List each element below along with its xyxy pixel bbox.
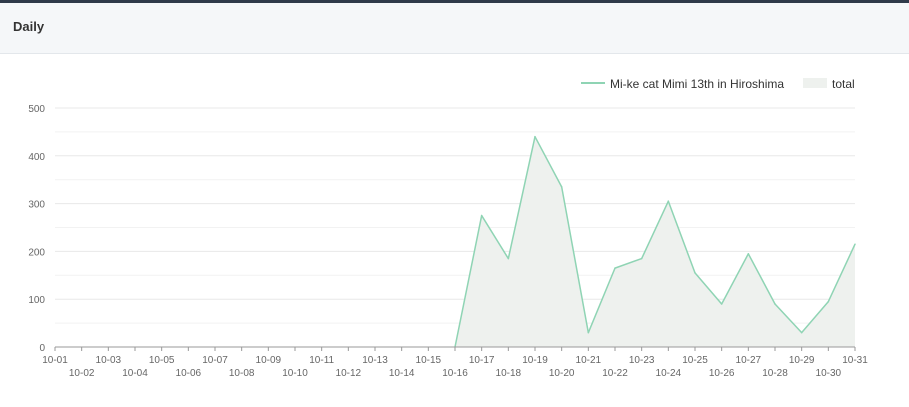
area-layer bbox=[55, 136, 855, 347]
x-tick-label: 10-07 bbox=[202, 355, 228, 366]
x-tick-label: 10-01 bbox=[42, 355, 68, 366]
x-tick-label: 10-13 bbox=[362, 355, 388, 366]
x-tick-label: 10-20 bbox=[549, 368, 575, 379]
x-tick-label: 10-26 bbox=[709, 368, 735, 379]
chart-container: Mi-ke cat Mimi 13th in Hiroshima total 0… bbox=[0, 54, 909, 402]
legend-label-total: total bbox=[832, 77, 855, 91]
x-tick-label: 10-25 bbox=[682, 355, 708, 366]
x-tick-label: 10-27 bbox=[736, 355, 762, 366]
x-tick-label: 10-28 bbox=[762, 368, 788, 379]
y-tick-label: 200 bbox=[28, 247, 45, 258]
x-tick-label: 10-24 bbox=[656, 368, 682, 379]
x-tick-label: 10-21 bbox=[576, 355, 602, 366]
x-tick-label: 10-15 bbox=[416, 355, 442, 366]
series-area-total bbox=[55, 136, 855, 347]
x-tick-label: 10-05 bbox=[149, 355, 175, 366]
x-tick-label: 10-10 bbox=[282, 368, 308, 379]
legend-swatch-area bbox=[803, 78, 827, 88]
x-tick-label: 10-17 bbox=[469, 355, 495, 366]
x-tick-label: 10-29 bbox=[789, 355, 815, 366]
x-tick-label: 10-19 bbox=[522, 355, 548, 366]
x-tick-label: 10-12 bbox=[336, 368, 362, 379]
y-tick-label: 400 bbox=[28, 152, 45, 163]
x-tick-label: 10-22 bbox=[602, 368, 628, 379]
card-header: Daily bbox=[0, 3, 909, 54]
legend: Mi-ke cat Mimi 13th in Hiroshima total bbox=[581, 77, 855, 91]
x-tick-label: 10-14 bbox=[389, 368, 415, 379]
daily-line-chart: Mi-ke cat Mimi 13th in Hiroshima total 0… bbox=[28, 77, 868, 379]
x-tick-label: 10-18 bbox=[496, 368, 522, 379]
x-tick-label: 10-16 bbox=[442, 368, 468, 379]
y-tick-label: 300 bbox=[28, 200, 45, 211]
x-tick-label: 10-09 bbox=[256, 355, 282, 366]
x-tick-label: 10-11 bbox=[309, 355, 334, 366]
x-tick-label: 10-30 bbox=[816, 368, 842, 379]
legend-item-total[interactable]: total bbox=[803, 77, 855, 91]
y-tick-label: 0 bbox=[39, 343, 45, 354]
y-axis: 0 100 200 300 400 500 bbox=[28, 104, 45, 354]
y-tick-label: 500 bbox=[28, 104, 45, 115]
x-tick-label: 10-23 bbox=[629, 355, 655, 366]
x-tick-label: 10-04 bbox=[122, 368, 148, 379]
x-tick-label: 10-08 bbox=[229, 368, 255, 379]
x-tick-label: 10-02 bbox=[69, 368, 95, 379]
x-tick-label: 10-03 bbox=[96, 355, 122, 366]
y-tick-label: 100 bbox=[28, 295, 45, 306]
x-axis: 10-0110-0210-0310-0410-0510-0610-0710-08… bbox=[42, 346, 868, 379]
x-tick-label: 10-06 bbox=[176, 368, 202, 379]
x-tick-label: 10-31 bbox=[842, 355, 868, 366]
legend-item-series[interactable]: Mi-ke cat Mimi 13th in Hiroshima bbox=[581, 77, 784, 91]
card-title: Daily bbox=[13, 19, 45, 34]
legend-label-series: Mi-ke cat Mimi 13th in Hiroshima bbox=[610, 77, 784, 91]
